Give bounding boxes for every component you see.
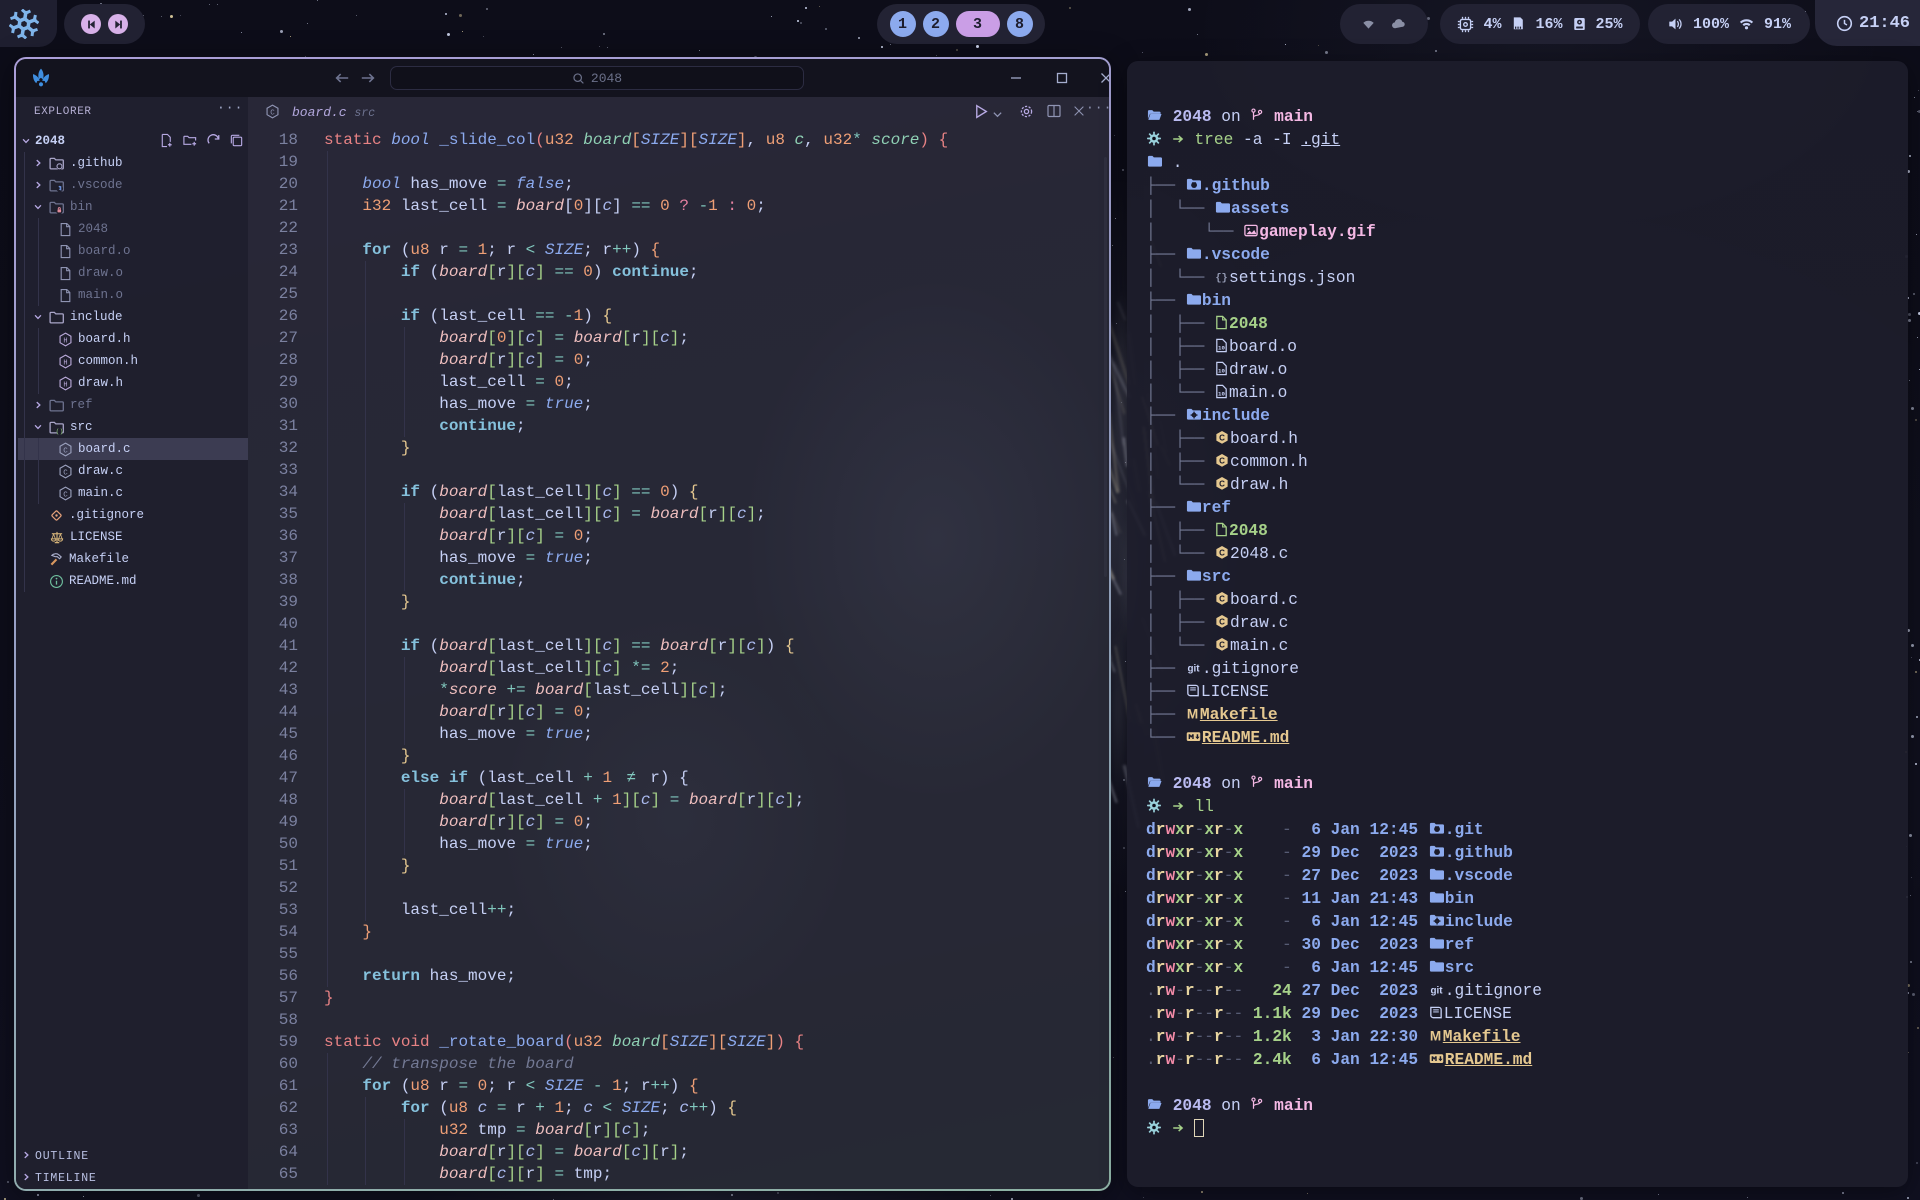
svg-text:(): ()	[56, 428, 64, 435]
svg-text:10: 10	[1218, 391, 1225, 398]
svg-text:C: C	[63, 447, 68, 455]
svg-text:C: C	[1219, 434, 1225, 443]
svg-text:{}: {}	[1215, 272, 1227, 284]
svg-text:10: 10	[1218, 345, 1225, 352]
svg-text:C: C	[270, 109, 275, 117]
svg-text:C: C	[1219, 549, 1225, 558]
svg-text:M: M	[1187, 707, 1198, 721]
svg-text:10: 10	[1218, 368, 1225, 375]
svg-text:H: H	[63, 337, 67, 345]
svg-text:C: C	[63, 469, 68, 477]
svg-text:M: M	[1430, 1029, 1441, 1043]
svg-text:C: C	[1219, 480, 1225, 489]
svg-text:C: C	[1219, 618, 1225, 627]
svg-text:git: git	[1187, 664, 1200, 675]
svg-text:H: H	[63, 381, 67, 389]
svg-text:C: C	[1219, 641, 1225, 650]
svg-text:C: C	[1219, 595, 1225, 604]
svg-text:H: H	[63, 359, 67, 367]
svg-text:C: C	[63, 491, 68, 499]
svg-text:C: C	[1219, 457, 1225, 466]
svg-text:git: git	[1430, 986, 1443, 997]
